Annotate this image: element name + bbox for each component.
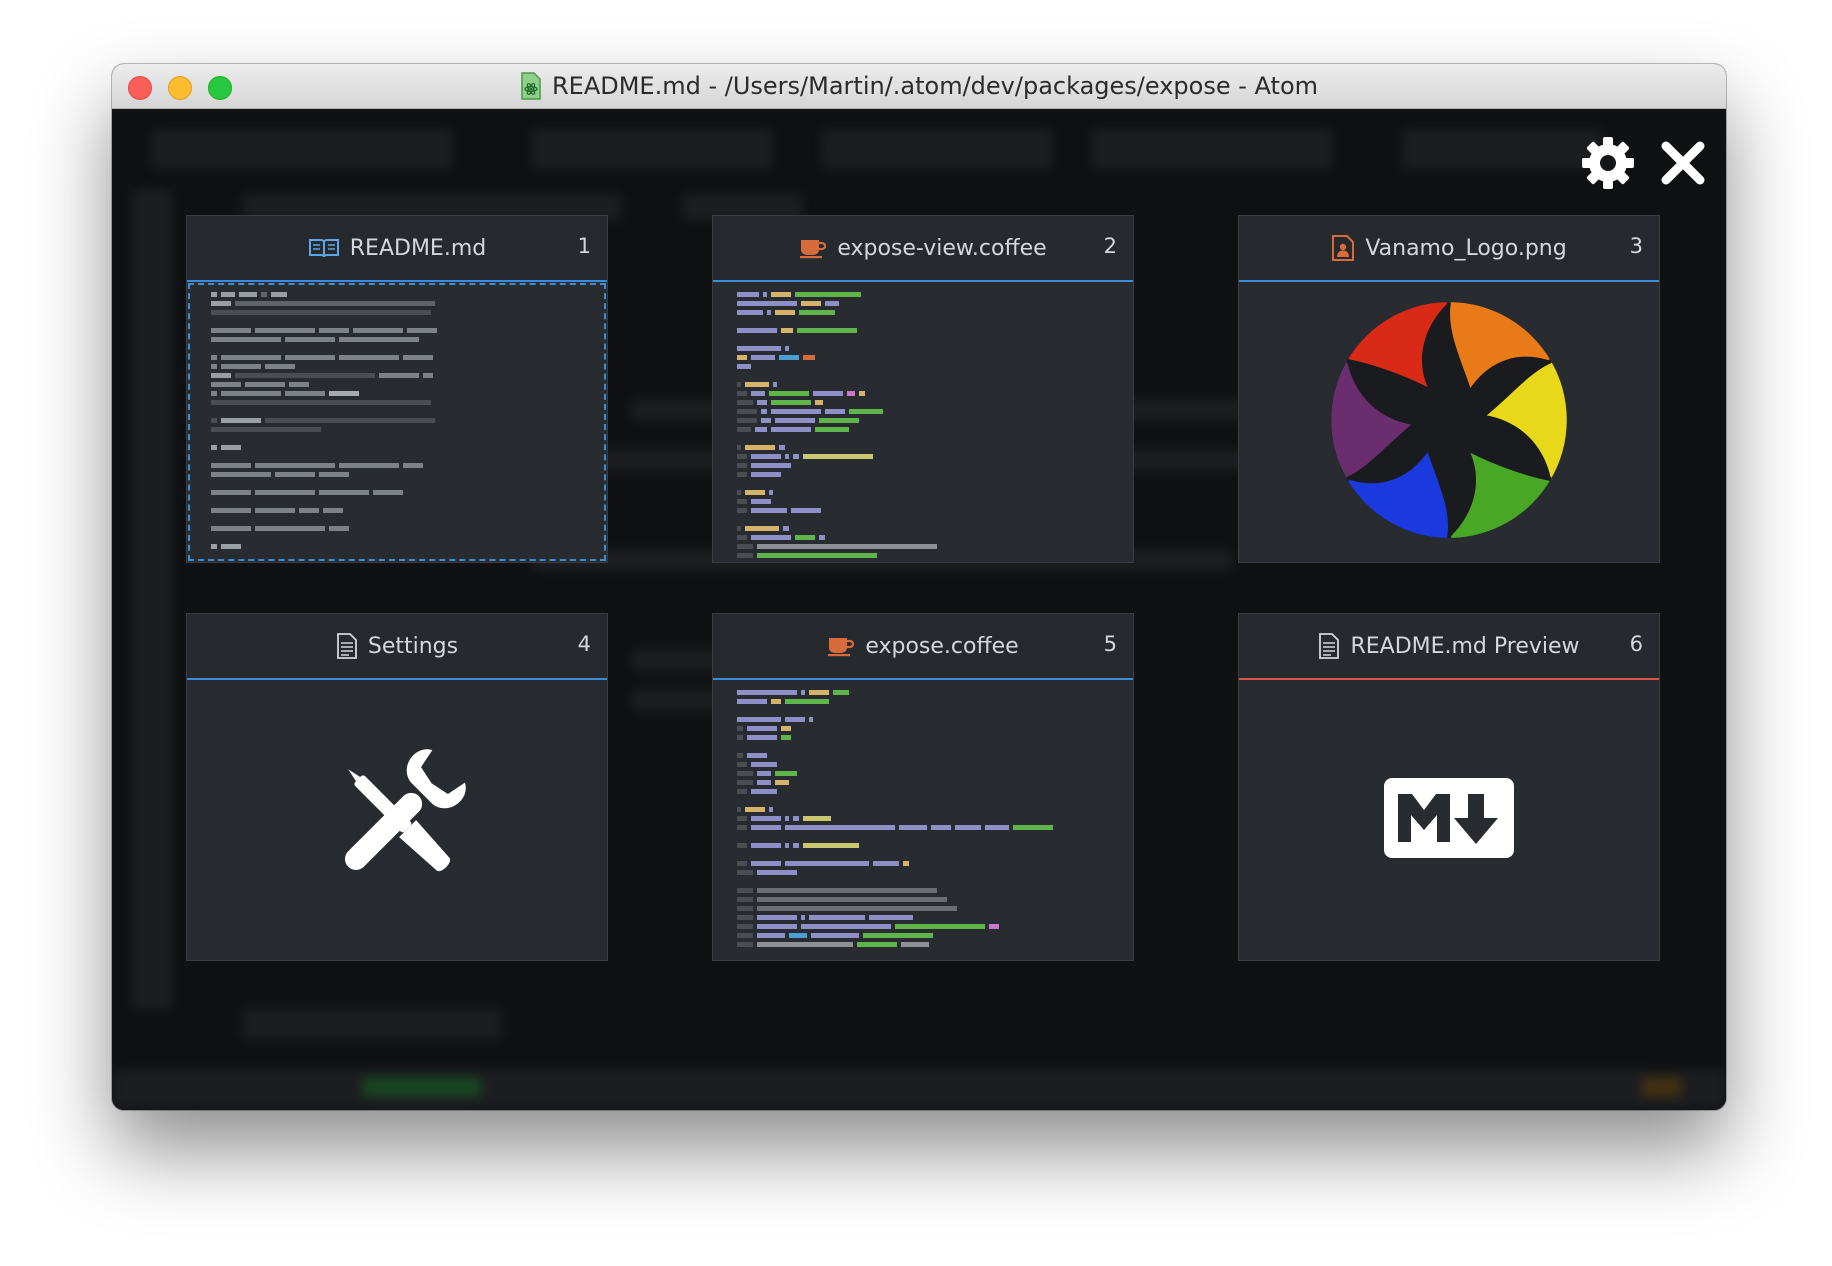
tile-title: README.md <box>349 235 487 261</box>
expose-controls <box>1578 133 1706 193</box>
tools-icon <box>322 743 472 897</box>
tab-tile-readme[interactable]: README.md 1 <box>186 215 608 563</box>
tile-number: 5 <box>1103 632 1117 656</box>
tile-header: README.md 1 <box>187 216 607 282</box>
tile-preview <box>187 680 607 960</box>
book-icon <box>308 237 340 259</box>
image-file-icon <box>1331 235 1355 261</box>
window-title-text: README.md - /Users/Martin/.atom/dev/pack… <box>551 72 1319 100</box>
tab-tile-settings[interactable]: Settings 4 <box>186 613 608 961</box>
tab-tile-readme-preview[interactable]: README.md Preview 6 <box>1238 613 1660 961</box>
maximize-window-button[interactable] <box>208 76 232 100</box>
close-icon[interactable] <box>1660 140 1706 186</box>
tile-title: Settings <box>367 633 459 659</box>
tile-preview <box>713 282 1133 562</box>
tile-number: 2 <box>1103 234 1117 258</box>
close-window-button[interactable] <box>128 76 152 100</box>
tile-preview <box>1239 282 1659 562</box>
markdown-icon <box>1384 778 1514 862</box>
expose-overlay: README.md 1 expose-view.coffee 2 Vanamo_… <box>112 109 1726 1110</box>
title-bar[interactable]: README.md - /Users/Martin/.atom/dev/pack… <box>112 64 1726 109</box>
coffee-icon <box>799 237 827 259</box>
tile-title: README.md Preview <box>1350 633 1580 659</box>
vanamo-logo-image <box>1329 300 1569 544</box>
tile-header: Vanamo_Logo.png 3 <box>1239 216 1659 282</box>
tile-header: expose-view.coffee 2 <box>713 216 1133 282</box>
gear-icon[interactable] <box>1578 133 1638 193</box>
coffee-icon <box>827 635 855 657</box>
tile-header: README.md Preview 6 <box>1239 614 1659 680</box>
atom-window: README.md - /Users/Martin/.atom/dev/pack… <box>112 64 1726 1110</box>
tile-title: Vanamo_Logo.png <box>1365 235 1567 261</box>
tile-header: expose.coffee 5 <box>713 614 1133 680</box>
tile-preview <box>187 282 607 562</box>
tile-header: Settings 4 <box>187 614 607 680</box>
file-text-icon <box>1318 633 1340 659</box>
tile-title: expose-view.coffee <box>837 235 1047 261</box>
minimize-window-button[interactable] <box>168 76 192 100</box>
window-title: README.md - /Users/Martin/.atom/dev/pack… <box>520 72 1318 100</box>
tile-title: expose.coffee <box>865 633 1019 659</box>
tile-number: 4 <box>577 632 591 656</box>
atom-file-icon <box>520 72 542 100</box>
tile-number: 6 <box>1629 632 1643 656</box>
tile-preview <box>1239 680 1659 960</box>
window-controls <box>128 76 232 100</box>
tile-number: 3 <box>1629 234 1643 258</box>
tile-number: 1 <box>577 234 591 258</box>
tab-tile-expose-view-coffee[interactable]: expose-view.coffee 2 <box>712 215 1134 563</box>
file-text-icon <box>336 633 358 659</box>
tab-tile-vanamo-logo[interactable]: Vanamo_Logo.png 3 <box>1238 215 1660 563</box>
tile-preview <box>713 680 1133 960</box>
tab-tile-expose-coffee[interactable]: expose.coffee 5 <box>712 613 1134 961</box>
